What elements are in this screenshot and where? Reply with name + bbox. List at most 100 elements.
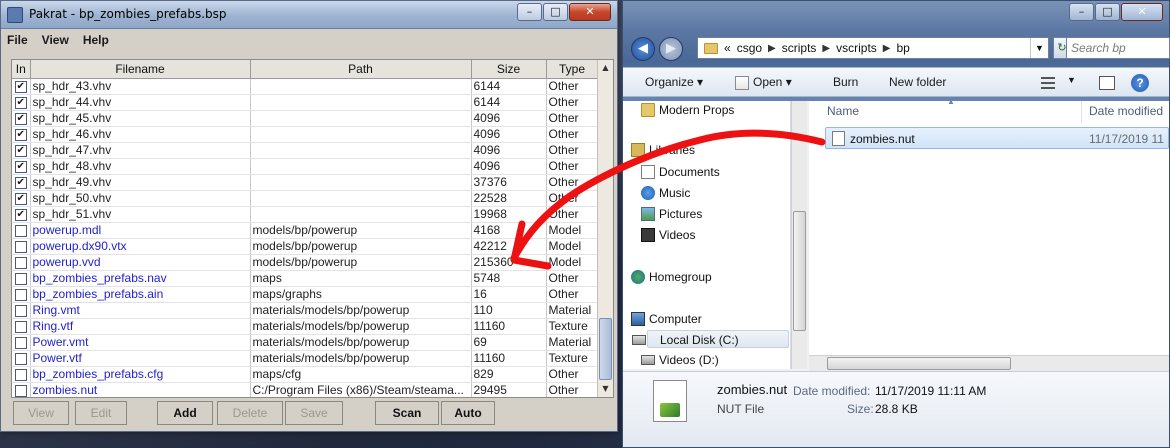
include-checkbox[interactable]	[12, 254, 31, 271]
table-row[interactable]: ✔ sp_hdr_50.vhv 22528 Other	[12, 190, 599, 207]
include-checkbox[interactable]: ✔	[12, 126, 31, 143]
table-row[interactable]: ✔ sp_hdr_45.vhv 4096 Other	[12, 110, 599, 127]
close-button[interactable]: ✕	[569, 3, 611, 21]
pakrat-titlebar[interactable]: Pakrat - bp_zombies_prefabs.bsp – □ ✕	[1, 1, 617, 29]
checkbox[interactable]: ✔	[14, 176, 27, 189]
minimize-button[interactable]: –	[517, 3, 542, 21]
scrollbar-thumb[interactable]	[599, 318, 612, 380]
breadcrumb-csgo[interactable]: csgo	[737, 41, 762, 55]
column-header-path[interactable]: Path	[250, 60, 472, 79]
column-header-date-modified[interactable]: Date modified	[1089, 104, 1163, 118]
checkbox[interactable]	[14, 336, 27, 349]
view-button[interactable]: View	[13, 401, 69, 425]
minimize-button[interactable]: –	[1069, 3, 1094, 21]
checkbox[interactable]	[14, 288, 27, 301]
checkbox[interactable]	[14, 240, 27, 253]
burn-button[interactable]: Burn	[833, 75, 858, 89]
auto-button[interactable]: Auto	[441, 401, 495, 425]
list-item[interactable]: zombies.nut 11/17/2019 11	[825, 127, 1169, 149]
table-row[interactable]: ✔ sp_hdr_46.vhv 4096 Other	[12, 126, 599, 143]
nav-documents[interactable]: Documents	[641, 163, 720, 181]
add-button[interactable]: Add	[157, 401, 213, 425]
checkbox[interactable]: ✔	[14, 80, 27, 93]
checkbox[interactable]: ✔	[14, 208, 27, 221]
chevron-down-icon[interactable]: ▼	[1030, 38, 1048, 58]
checkbox[interactable]: ✔	[14, 112, 27, 125]
table-row[interactable]: powerup.dx90.vtx models/bp/powerup 42212 Mo…	[12, 238, 599, 255]
column-divider[interactable]	[1081, 101, 1082, 123]
table-row[interactable]: ✔ sp_hdr_49.vhv 37376 Other	[12, 174, 599, 191]
close-button[interactable]: ✕	[1121, 3, 1163, 21]
table-row[interactable]: ✔ sp_hdr_47.vhv 4096 Other	[12, 142, 599, 159]
chevron-right-icon[interactable]: ▶	[822, 43, 830, 54]
checkbox[interactable]	[14, 272, 27, 285]
nav-libraries[interactable]: Libraries	[631, 141, 695, 159]
table-row[interactable]: Ring.vtf materials/models/bp/powerup 11160…	[12, 318, 599, 335]
include-checkbox[interactable]	[12, 238, 31, 255]
table-row[interactable]: ✔ sp_hdr_48.vhv 4096 Other	[12, 158, 599, 175]
scroll-up-arrow[interactable]: ▲	[598, 60, 613, 76]
chevron-right-icon[interactable]: ▶	[883, 43, 891, 54]
checkbox[interactable]	[14, 384, 27, 397]
include-checkbox[interactable]	[12, 270, 31, 287]
nav-local-disk[interactable]: Local Disk (C:)	[632, 330, 789, 348]
column-header-in[interactable]: In	[12, 60, 31, 79]
checkbox[interactable]: ✔	[14, 192, 27, 205]
table-row[interactable]: zombies.nut C:/Program Files (x86)/Steam/…	[12, 382, 599, 397]
table-row[interactable]: powerup.vvd models/bp/powerup 215360 Model	[12, 254, 599, 271]
include-checkbox[interactable]: ✔	[12, 158, 31, 175]
include-checkbox[interactable]: ✔	[12, 78, 31, 95]
table-row[interactable]: bp_zombies_prefabs.ain maps/graphs 16 Other	[12, 286, 599, 303]
maximize-button[interactable]: □	[543, 3, 568, 21]
views-icon[interactable]	[1041, 77, 1055, 89]
table-row[interactable]: powerup.mdl models/bp/powerup 4168 Model	[12, 222, 599, 239]
nav-pane-scrollbar[interactable]	[791, 101, 807, 369]
include-checkbox[interactable]: ✔	[12, 110, 31, 127]
organize-button[interactable]: Organize ▾	[645, 75, 703, 89]
maximize-button[interactable]: □	[1095, 3, 1120, 21]
checkbox[interactable]: ✔	[14, 160, 27, 173]
include-checkbox[interactable]: ✔	[12, 94, 31, 111]
open-button[interactable]: Open ▾	[735, 75, 792, 90]
scrollbar-thumb[interactable]	[793, 211, 806, 331]
checkbox[interactable]	[14, 304, 27, 317]
table-row[interactable]: Power.vtf materials/models/bp/powerup 1116…	[12, 350, 599, 367]
checkbox[interactable]	[14, 352, 27, 365]
menu-help[interactable]: Help	[83, 33, 109, 47]
table-row[interactable]: bp_zombies_prefabs.cfg maps/cfg 829 Other	[12, 366, 599, 383]
table-row[interactable]: ✔ sp_hdr_51.vhv 19968 Other	[12, 206, 599, 223]
scrollbar-thumb[interactable]	[827, 357, 1011, 370]
address-bar[interactable]: « csgo ▶ scripts ▶ vscripts ▶ bp ▼	[697, 37, 1049, 59]
nav-videos-d[interactable]: Videos (D:)	[641, 351, 719, 369]
breadcrumb-bp[interactable]: bp	[897, 41, 910, 55]
menu-file[interactable]: File	[7, 33, 28, 47]
file-list-hscrollbar[interactable]	[809, 355, 1169, 371]
checkbox[interactable]: ✔	[14, 144, 27, 157]
include-checkbox[interactable]: ✔	[12, 190, 31, 207]
table-row[interactable]: Ring.vmt materials/models/bp/powerup 110 Ma…	[12, 302, 599, 319]
include-checkbox[interactable]	[12, 222, 31, 239]
edit-button[interactable]: Edit	[75, 401, 127, 425]
include-checkbox[interactable]	[12, 334, 31, 351]
breadcrumb-overflow[interactable]: «	[724, 41, 731, 55]
table-scrollbar[interactable]: ▲ ▼	[597, 60, 613, 397]
column-header-name[interactable]: Name	[827, 104, 859, 118]
search-input[interactable]: Search bp	[1066, 37, 1170, 59]
include-checkbox[interactable]	[12, 286, 31, 303]
scroll-down-arrow[interactable]: ▼	[598, 381, 613, 397]
breadcrumb-vscripts[interactable]: vscripts	[836, 41, 877, 55]
scan-button[interactable]: Scan	[375, 401, 439, 425]
include-checkbox[interactable]	[12, 382, 31, 397]
preview-pane-icon[interactable]	[1099, 76, 1115, 90]
nav-pictures[interactable]: Pictures	[641, 205, 702, 223]
help-icon[interactable]: ?	[1131, 74, 1149, 92]
column-header-filename[interactable]: Filename	[30, 60, 251, 79]
checkbox[interactable]	[14, 320, 27, 333]
delete-button[interactable]: Delete	[217, 401, 283, 425]
nav-computer[interactable]: Computer	[631, 310, 702, 328]
new-folder-button[interactable]: New folder	[889, 75, 946, 89]
include-checkbox[interactable]	[12, 350, 31, 367]
menu-view[interactable]: View	[42, 33, 69, 47]
nav-homegroup[interactable]: Homegroup	[631, 268, 712, 286]
nav-videos[interactable]: Videos	[641, 226, 695, 244]
